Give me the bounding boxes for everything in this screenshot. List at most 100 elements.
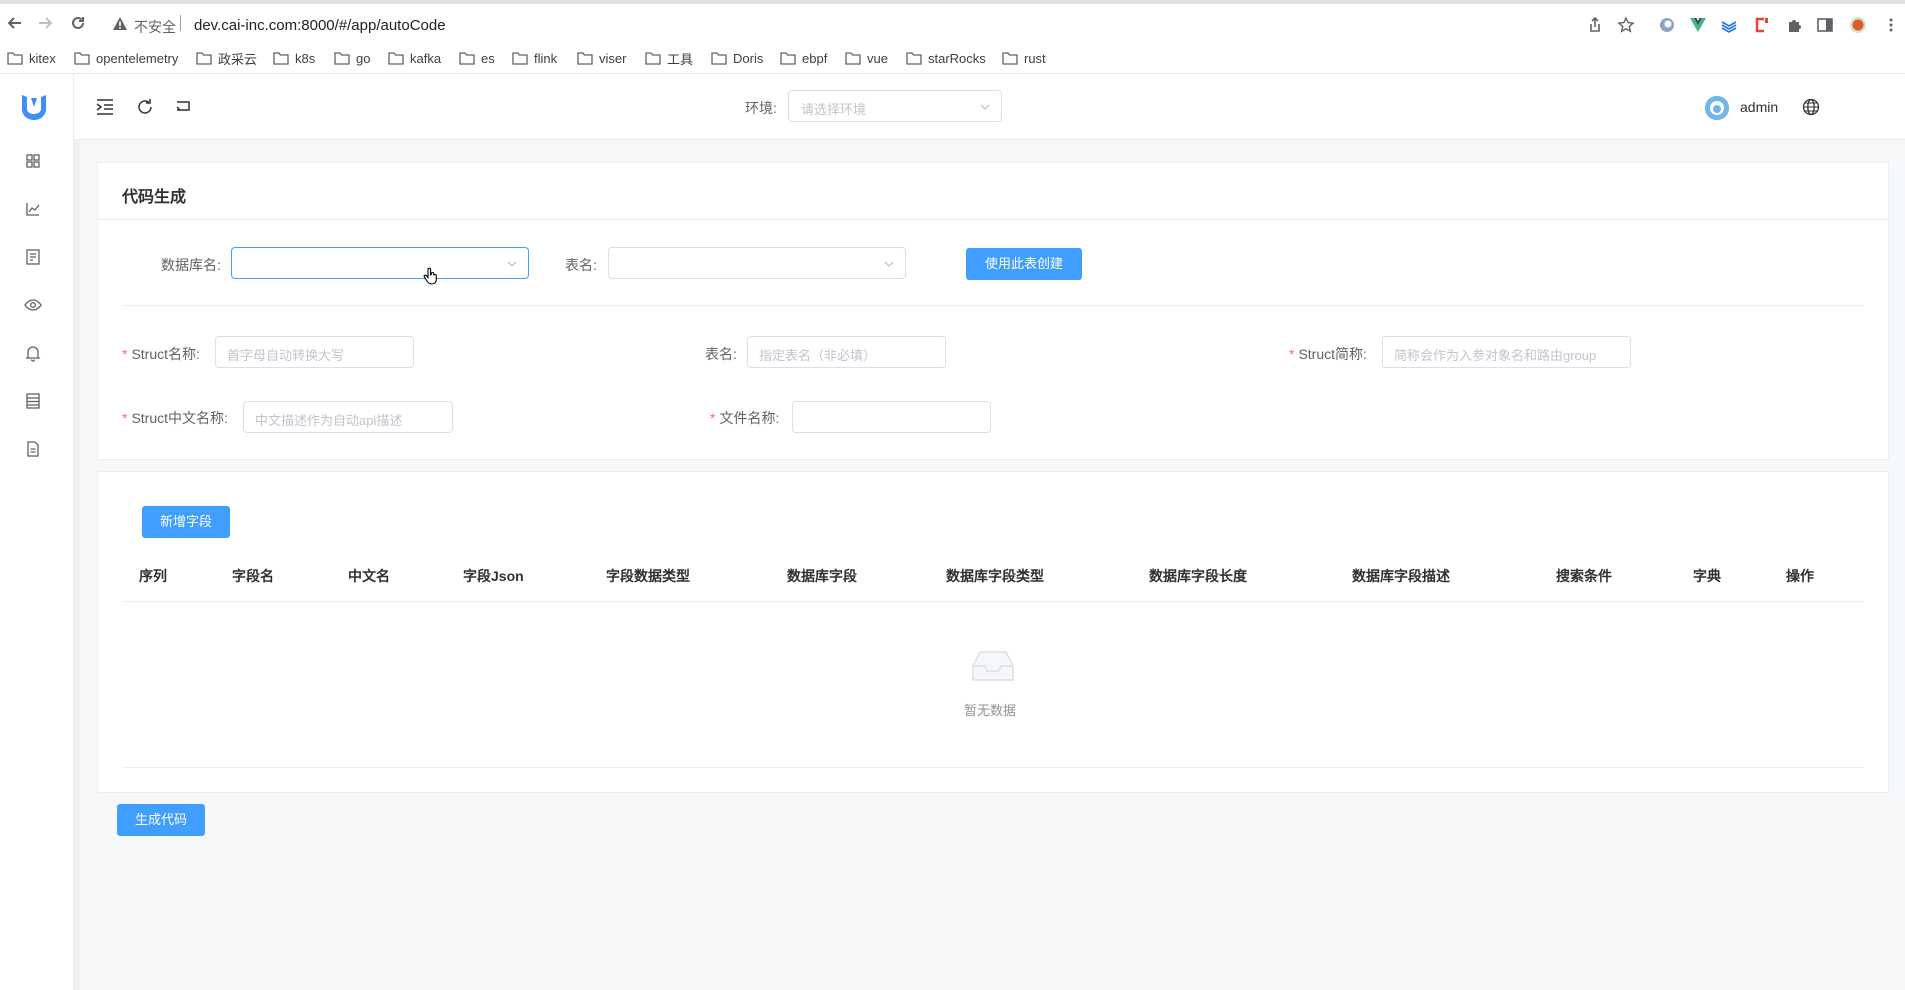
- empty-inbox-icon: [969, 648, 1017, 684]
- use-table-create-button[interactable]: 使用此表创建: [966, 248, 1082, 280]
- puzzle-icon[interactable]: [1786, 16, 1804, 34]
- bookmark-label: kafka: [410, 50, 442, 66]
- hand-cursor-icon: [423, 267, 439, 285]
- bell-icon[interactable]: [24, 344, 42, 362]
- menu-dots-icon[interactable]: [1882, 16, 1900, 34]
- bookmark-folder[interactable]: vue: [845, 48, 888, 68]
- bookmark-label: viser: [599, 50, 627, 66]
- insecure-label[interactable]: 不安全: [134, 17, 176, 37]
- sidebar: [0, 74, 74, 990]
- folder-icon: [780, 51, 796, 65]
- bookmark-folder[interactable]: k8s: [273, 48, 315, 68]
- bookmark-label: kitex: [29, 50, 56, 66]
- eye-icon[interactable]: [24, 296, 42, 314]
- profile-icon[interactable]: [1849, 16, 1867, 34]
- vue-devtools-icon[interactable]: [1689, 16, 1707, 34]
- generate-code-button[interactable]: 生成代码: [117, 804, 205, 836]
- struct-name-label-text: Struct名称:: [131, 346, 200, 362]
- sidepanel-icon[interactable]: [1816, 16, 1834, 34]
- bookmark-folder[interactable]: kafka: [388, 48, 441, 68]
- bookmark-folder[interactable]: opentelemetry: [74, 48, 178, 68]
- bookmark-label: 政采云: [218, 51, 258, 67]
- warning-icon[interactable]: [112, 16, 128, 32]
- page-title: 代码生成: [122, 189, 187, 206]
- bookmark-folder[interactable]: starRocks: [906, 48, 986, 68]
- bookmark-label: Doris: [733, 50, 764, 66]
- form-card: 代码生成 数据库名: 表名: 使用此表创建 * Struct名称: 首字母自动转换…: [97, 162, 1889, 460]
- reload-icon[interactable]: [69, 14, 87, 32]
- back-icon[interactable]: [6, 14, 24, 32]
- list-icon[interactable]: [24, 248, 42, 266]
- bookmark-folder[interactable]: 工具: [645, 48, 693, 68]
- required-mark: *: [122, 346, 128, 362]
- folder-icon: [459, 51, 475, 65]
- folder-icon: [845, 51, 861, 65]
- column-header: 字段数据类型: [606, 568, 690, 584]
- struct-name-input[interactable]: 首字母自动转换大写: [215, 336, 414, 368]
- chevron-down-icon: [979, 101, 991, 113]
- chart-icon[interactable]: [24, 200, 42, 218]
- struct-abbr-placeholder: 简称会作为入参对象名和路由group: [1394, 348, 1597, 363]
- bookmark-folder[interactable]: kitex: [7, 48, 56, 68]
- folder-icon: [711, 51, 727, 65]
- table-name-field-label: 表名:: [705, 346, 737, 362]
- bookmark-folder[interactable]: Doris: [711, 48, 763, 68]
- env-label: 环境:: [745, 100, 777, 116]
- bookmark-folder[interactable]: ebpf: [780, 48, 827, 68]
- form-divider: [122, 305, 1864, 306]
- bookmark-folder[interactable]: 政采云: [196, 48, 257, 68]
- bookmark-label: starRocks: [928, 50, 986, 66]
- forward-icon[interactable]: [36, 14, 54, 32]
- bookmark-folder[interactable]: go: [334, 48, 370, 68]
- folder-icon: [196, 51, 212, 65]
- folder-icon: [273, 51, 289, 65]
- table-name-input[interactable]: 指定表名（非必填）: [747, 336, 946, 368]
- struct-cn-name-input[interactable]: 中文描述作为自动api描述: [243, 401, 453, 433]
- indent-toggle-icon[interactable]: [94, 96, 116, 118]
- app-logo[interactable]: [20, 92, 48, 122]
- column-header: 字典: [1693, 568, 1721, 584]
- bookmark-folder[interactable]: es: [459, 48, 495, 68]
- folder-icon: [1002, 51, 1018, 65]
- file-name-input[interactable]: [792, 401, 991, 433]
- column-header: 中文名: [348, 568, 390, 584]
- add-field-button[interactable]: 新增字段: [142, 506, 230, 538]
- struct-abbr-label: * Struct简称:: [1289, 344, 1367, 364]
- struct-abbr-input[interactable]: 简称会作为入参对象名和路由group: [1382, 336, 1631, 368]
- bookmark-folder[interactable]: flink: [512, 48, 557, 68]
- share-icon[interactable]: [1586, 16, 1604, 34]
- document-icon[interactable]: [24, 440, 42, 458]
- dashboard-icon[interactable]: [24, 152, 42, 170]
- bookmark-folder[interactable]: rust: [1002, 48, 1046, 68]
- bookmark-folder[interactable]: viser: [577, 48, 626, 68]
- star-icon[interactable]: [1617, 16, 1635, 34]
- layers-icon[interactable]: [1720, 16, 1738, 34]
- struct-cn-name-label: * Struct中文名称:: [122, 408, 228, 428]
- empty-state-text: 暂无数据: [964, 703, 1017, 718]
- refresh-icon[interactable]: [134, 96, 156, 118]
- column-header: 数据库字段长度: [1149, 568, 1247, 584]
- bookmark-label: flink: [534, 50, 558, 66]
- back-return-icon[interactable]: [172, 96, 194, 118]
- app-header: 环境: 请选择环境 admin: [74, 74, 1905, 140]
- env-select[interactable]: 请选择环境: [788, 90, 1002, 122]
- avatar[interactable]: [1705, 96, 1729, 120]
- column-header: 序列: [139, 568, 167, 584]
- red-extension-icon[interactable]: [1752, 16, 1770, 34]
- db-name-label: 数据库名:: [161, 257, 221, 273]
- bookmark-label: rust: [1024, 50, 1046, 66]
- folder-icon: [577, 51, 593, 65]
- card-header-divider: [98, 219, 1888, 220]
- bookmark-label: es: [481, 50, 495, 66]
- table-icon[interactable]: [24, 392, 42, 410]
- bookmarks-bar: kitex opentelemetry 政采云 k8s go kafka es …: [0, 44, 1905, 74]
- env-placeholder: 请选择环境: [801, 102, 867, 117]
- username[interactable]: admin: [1740, 99, 1778, 115]
- extension-blue-icon[interactable]: [1658, 16, 1676, 34]
- db-name-select[interactable]: [231, 247, 529, 279]
- table-name-select[interactable]: [608, 247, 906, 279]
- globe-icon[interactable]: [1802, 98, 1820, 116]
- table-name-label: 表名:: [565, 257, 597, 273]
- address-url[interactable]: dev.cai-inc.com:8000/#/app/autoCode: [194, 17, 446, 34]
- bookmark-label: k8s: [295, 50, 316, 66]
